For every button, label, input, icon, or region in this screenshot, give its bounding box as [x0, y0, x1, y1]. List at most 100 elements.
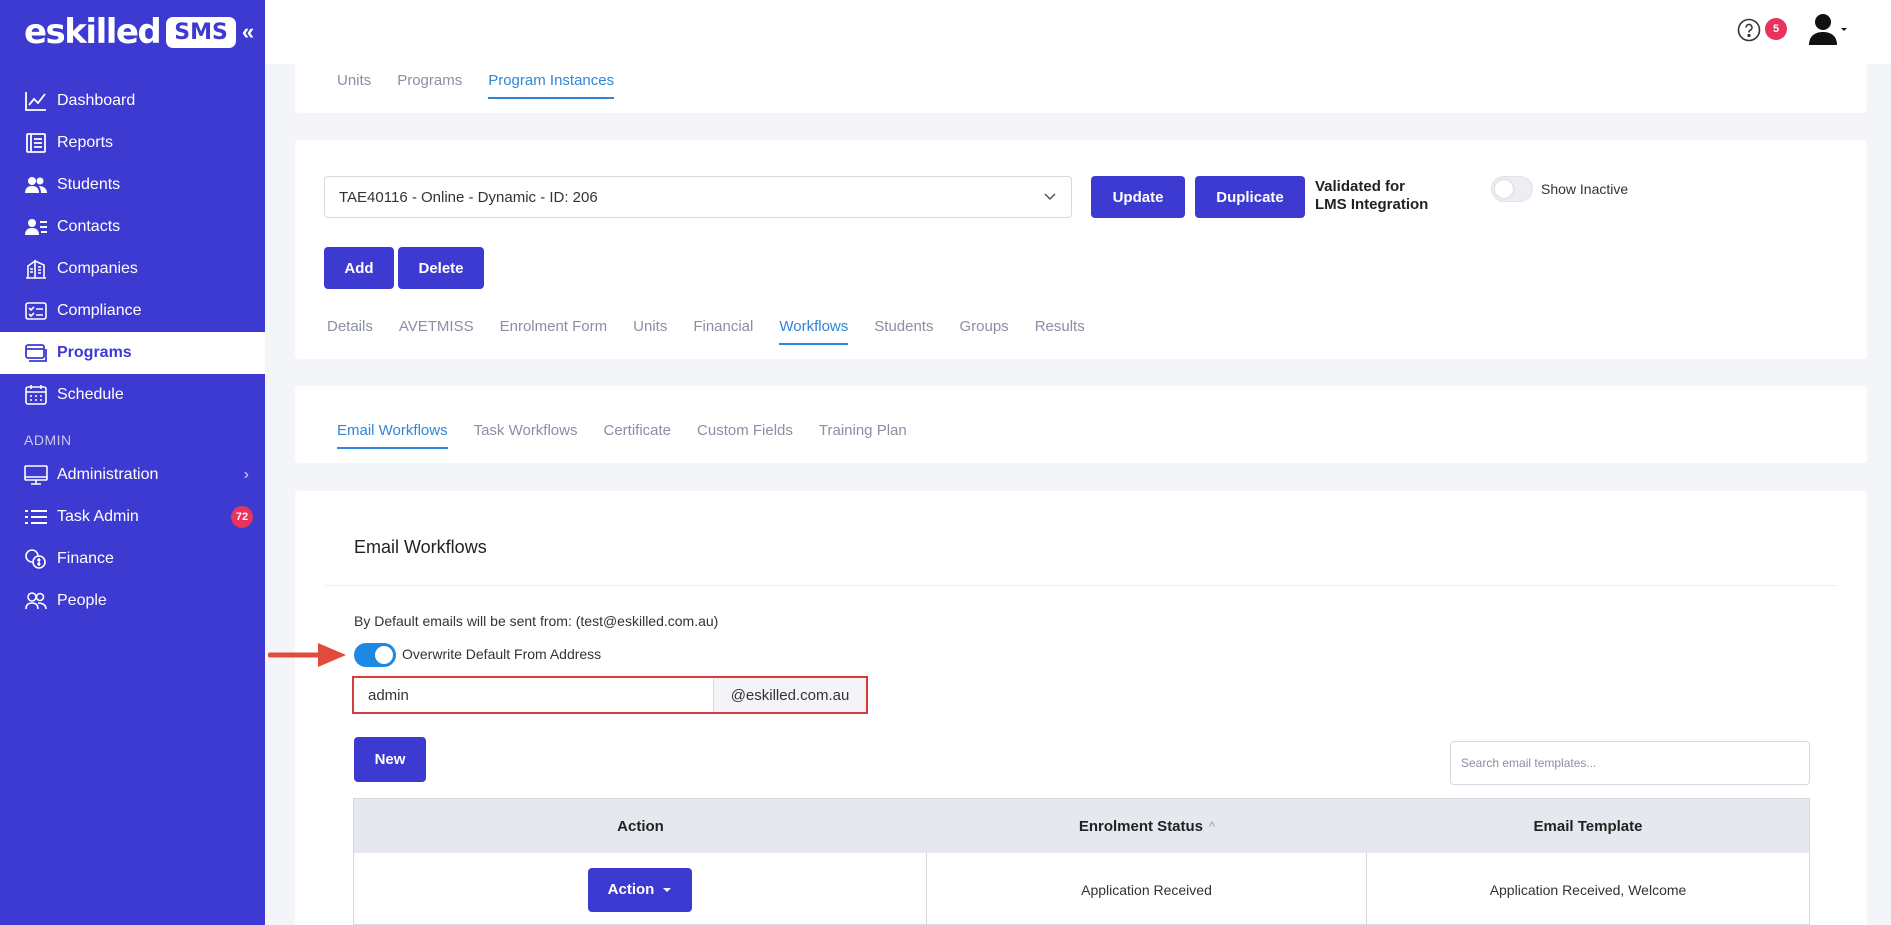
- email-workflows-table: Action Enrolment Status ^ Email Template…: [353, 798, 1810, 925]
- section-title: Email Workflows: [354, 537, 487, 557]
- people-icon: [24, 590, 48, 612]
- tab-email-workflows[interactable]: Email Workflows: [337, 422, 448, 449]
- lms-validated-label: Validated for LMS Integration: [1315, 178, 1429, 213]
- email-template-cell: Application Received, Welcome: [1489, 881, 1687, 898]
- sidebar-item-companies[interactable]: Companies: [0, 248, 265, 290]
- tab-groups[interactable]: Groups: [959, 318, 1008, 345]
- collapse-sidebar-icon[interactable]: «: [242, 19, 254, 45]
- sidebar: eskilled SMS « Dashboard Reports Student…: [0, 0, 265, 925]
- delete-button[interactable]: Delete: [398, 247, 484, 289]
- sidebar-nav: Dashboard Reports Students Contacts Comp…: [0, 80, 265, 622]
- report-icon: [24, 132, 48, 154]
- checklist-icon: [24, 300, 48, 322]
- sidebar-item-label: Compliance: [57, 302, 142, 319]
- sidebar-item-label: Schedule: [57, 386, 124, 403]
- table-row: Action Application Received Application …: [354, 853, 1809, 924]
- tab-programs[interactable]: Programs: [397, 72, 462, 99]
- enrolment-status-cell: Application Received: [927, 853, 1367, 924]
- sidebar-item-contacts[interactable]: Contacts: [0, 206, 265, 248]
- tab-enrolment-form[interactable]: Enrolment Form: [500, 318, 608, 345]
- tab-certificate[interactable]: Certificate: [604, 422, 672, 449]
- table-header: Action Enrolment Status ^ Email Template: [354, 799, 1809, 853]
- program-instance-select[interactable]: TAE40116 - Online - Dynamic - ID: 206: [324, 176, 1072, 218]
- action-dropdown-button[interactable]: Action: [588, 867, 692, 912]
- search-templates-input[interactable]: Search email templates...: [1450, 741, 1810, 785]
- contacts-icon: [24, 216, 48, 238]
- tab-workflows[interactable]: Workflows: [779, 318, 849, 345]
- sort-asc-icon: ^: [1209, 818, 1216, 834]
- tab-training-plan[interactable]: Training Plan: [819, 422, 907, 449]
- column-header-email-template[interactable]: Email Template: [1367, 799, 1809, 853]
- sidebar-item-schedule[interactable]: Schedule: [0, 374, 265, 416]
- sidebar-item-administration[interactable]: Administration ›: [0, 454, 265, 496]
- duplicate-button[interactable]: Duplicate: [1195, 176, 1305, 218]
- help-icon[interactable]: [1737, 18, 1761, 42]
- show-inactive-toggle[interactable]: [1491, 176, 1533, 202]
- caret-down-icon: [663, 887, 672, 892]
- tab-results[interactable]: Results: [1035, 318, 1085, 345]
- tab-avetmiss[interactable]: AVETMISS: [399, 318, 474, 345]
- logo-text: eskilled: [24, 12, 162, 52]
- notification-badge: 5: [1765, 18, 1787, 40]
- program-instance-tabs: Details AVETMISS Enrolment Form Units Fi…: [327, 318, 1111, 345]
- sidebar-item-label: Students: [57, 176, 121, 193]
- toggle-knob: [1495, 180, 1513, 198]
- calendar-icon: [24, 384, 48, 406]
- update-button[interactable]: Update: [1091, 176, 1185, 218]
- sidebar-item-compliance[interactable]: Compliance: [0, 290, 265, 332]
- sidebar-item-label: Dashboard: [57, 92, 136, 109]
- chevron-right-icon: ›: [243, 466, 249, 483]
- column-header-enrolment-status[interactable]: Enrolment Status ^: [927, 799, 1367, 853]
- chart-line-icon: [24, 90, 48, 112]
- tab-program-instances[interactable]: Program Instances: [488, 72, 615, 99]
- logo[interactable]: eskilled SMS «: [24, 12, 254, 52]
- sidebar-item-students[interactable]: Students: [0, 164, 265, 206]
- top-tabs: Units Programs Program Instances: [337, 72, 640, 99]
- sidebar-item-label: Administration: [57, 466, 159, 483]
- program-nav-card: Units Programs Program Instances: [295, 60, 1867, 113]
- column-header-label: Enrolment Status: [1078, 817, 1204, 835]
- chevron-down-icon: [1044, 193, 1056, 201]
- arrow-annotation-icon: [268, 643, 346, 667]
- sidebar-item-label: Finance: [57, 550, 114, 567]
- tab-details[interactable]: Details: [327, 318, 373, 345]
- from-domain-addon: @eskilled.com.au: [714, 678, 866, 712]
- from-address-input[interactable]: admin: [354, 678, 714, 712]
- user-avatar-icon[interactable]: [1807, 12, 1847, 48]
- default-from-text: By Default emails will be sent from: (te…: [354, 613, 719, 629]
- divider: [325, 585, 1837, 586]
- column-header-action[interactable]: Action: [354, 799, 927, 853]
- from-address-input-group: admin @eskilled.com.au: [352, 676, 868, 714]
- tab-units[interactable]: Units: [337, 72, 371, 99]
- building-icon: [24, 258, 48, 280]
- sidebar-item-label: Contacts: [57, 218, 121, 235]
- monitor-icon: [24, 464, 48, 486]
- tab-students[interactable]: Students: [874, 318, 933, 345]
- action-label: Action: [607, 881, 655, 898]
- sidebar-item-label: Companies: [57, 260, 138, 277]
- sidebar-item-task-admin[interactable]: Task Admin 72: [0, 496, 265, 538]
- tab-custom-fields[interactable]: Custom Fields: [697, 422, 793, 449]
- logo-badge: SMS: [166, 16, 236, 48]
- add-button[interactable]: Add: [324, 247, 394, 289]
- sidebar-item-people[interactable]: People: [0, 580, 265, 622]
- show-inactive-label: Show Inactive: [1541, 181, 1629, 197]
- task-count-badge: 72: [231, 506, 253, 528]
- sidebar-item-finance[interactable]: Finance: [0, 538, 265, 580]
- tab-task-workflows[interactable]: Task Workflows: [474, 422, 578, 449]
- overwrite-from-toggle[interactable]: [354, 643, 396, 667]
- sidebar-item-label: Reports: [57, 134, 114, 151]
- list-icon: [24, 506, 48, 528]
- sidebar-item-dashboard[interactable]: Dashboard: [0, 80, 265, 122]
- sidebar-item-label: Programs: [57, 344, 132, 361]
- selected-instance: TAE40116 - Online - Dynamic - ID: 206: [339, 188, 598, 206]
- sidebar-item-reports[interactable]: Reports: [0, 122, 265, 164]
- tab-financial[interactable]: Financial: [693, 318, 753, 345]
- new-workflow-button[interactable]: New: [354, 737, 426, 782]
- coins-icon: [24, 548, 48, 570]
- top-bar: 5: [265, 0, 1891, 64]
- action-cell: Action: [354, 853, 927, 924]
- toggle-knob: [375, 646, 393, 664]
- tab-units[interactable]: Units: [633, 318, 667, 345]
- sidebar-item-programs[interactable]: Programs: [0, 332, 265, 374]
